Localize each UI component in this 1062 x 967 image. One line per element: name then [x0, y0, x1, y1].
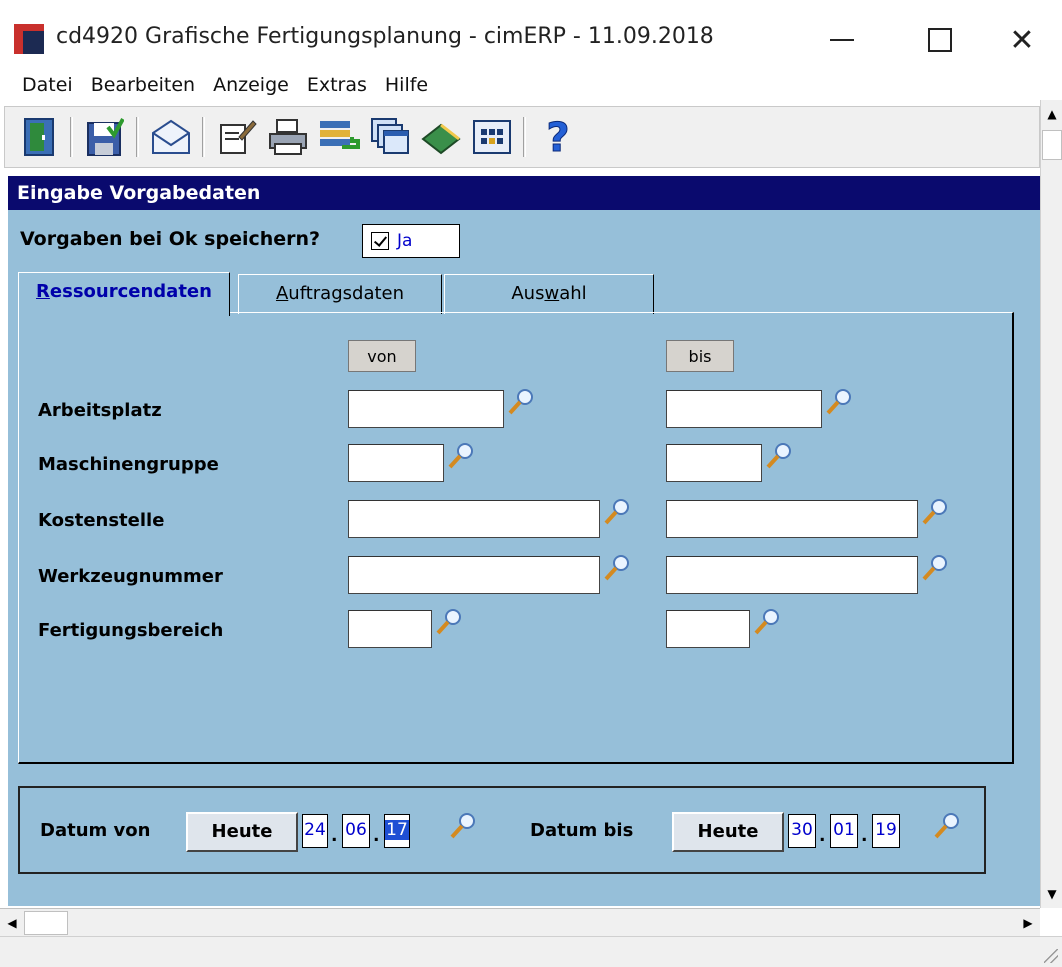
date-separator: .	[331, 826, 338, 846]
date-from-month-input[interactable]: 06	[342, 814, 370, 848]
title-bar: cd4920 Grafische Fertigungsplanung - cim…	[0, 0, 1062, 72]
column-header-bis: bis	[666, 340, 734, 372]
toolbar: ?	[4, 106, 1040, 168]
toolbar-separator	[136, 117, 139, 157]
svg-text:?: ?	[546, 115, 569, 159]
tab-label: ahl	[559, 283, 587, 304]
date-separator: .	[819, 826, 826, 846]
kostenstelle-from-input[interactable]	[348, 500, 600, 538]
date-from-label: Datum von	[40, 820, 151, 841]
save-checkbox-field[interactable]: Ja	[362, 224, 460, 258]
tab-label: A	[275, 283, 289, 304]
scroll-right-icon[interactable]: ▶	[1016, 909, 1040, 937]
date-from-day-input[interactable]: 24	[302, 814, 328, 848]
toolbar-separator	[70, 117, 73, 157]
label-werkzeugnummer: Werkzeugnummer	[38, 566, 223, 587]
windows-icon[interactable]	[366, 114, 414, 160]
search-icon[interactable]	[506, 386, 536, 416]
tab-label: Aus	[511, 283, 545, 304]
menu-datei[interactable]: Datei	[14, 72, 83, 104]
column-header-von: von	[348, 340, 416, 372]
save-value: Ja	[397, 231, 413, 251]
save-prompt-label: Vorgaben bei Ok speichern?	[20, 228, 321, 250]
tab-label: uftragsdaten	[288, 283, 405, 304]
scroll-up-icon[interactable]: ▲	[1041, 100, 1062, 128]
table-grid-icon[interactable]	[468, 114, 516, 160]
export-icon[interactable]	[315, 114, 363, 160]
search-icon[interactable]	[920, 496, 950, 526]
horizontal-scrollbar[interactable]: ◀ ▶	[0, 908, 1040, 936]
tab-auswahl[interactable]: Auswahl	[444, 274, 654, 314]
maschinengruppe-from-input[interactable]	[348, 444, 444, 482]
search-icon[interactable]	[446, 440, 476, 470]
close-button[interactable]: ✕	[1000, 18, 1044, 62]
search-icon[interactable]	[932, 810, 962, 840]
search-icon[interactable]	[448, 810, 478, 840]
tab-label: R	[36, 281, 50, 302]
today-from-button[interactable]: Heute	[186, 812, 298, 852]
mail-icon[interactable]	[147, 114, 195, 160]
save-icon[interactable]	[81, 114, 129, 160]
save-checkbox[interactable]	[371, 232, 389, 250]
fertigungsbereich-to-input[interactable]	[666, 610, 750, 648]
menu-anzeige[interactable]: Anzeige	[205, 72, 299, 104]
label-fertigungsbereich: Fertigungsbereich	[38, 620, 224, 641]
minimize-button[interactable]	[820, 18, 864, 62]
window-title: cd4920 Grafische Fertigungsplanung - cim…	[56, 24, 714, 49]
arbeitsplatz-to-input[interactable]	[666, 390, 822, 428]
search-icon[interactable]	[434, 606, 464, 636]
tab-label: essourcendaten	[49, 281, 212, 302]
date-from-year-selected: 17	[385, 820, 409, 840]
search-icon[interactable]	[920, 552, 950, 582]
section-title: Eingabe Vorgabedaten	[8, 176, 1040, 210]
search-icon[interactable]	[764, 440, 794, 470]
edit-notes-icon[interactable]	[213, 114, 261, 160]
toolbar-separator	[523, 117, 526, 157]
date-separator: .	[373, 826, 380, 846]
scroll-down-icon[interactable]: ▼	[1041, 880, 1062, 908]
search-icon[interactable]	[602, 552, 632, 582]
help-icon[interactable]: ?	[534, 114, 582, 160]
vertical-scrollbar[interactable]: ▲ ▼	[1040, 100, 1062, 908]
menu-bearbeiten[interactable]: Bearbeiten	[83, 72, 205, 104]
label-kostenstelle: Kostenstelle	[38, 510, 165, 531]
tab-panel	[18, 312, 1014, 764]
scroll-thumb[interactable]	[1042, 130, 1062, 160]
date-to-year-input[interactable]: 19	[872, 814, 900, 848]
tab-ressourcendaten[interactable]: Ressourcendaten	[18, 272, 230, 316]
arbeitsplatz-from-input[interactable]	[348, 390, 504, 428]
maximize-button[interactable]	[918, 18, 962, 62]
tab-label: w	[544, 283, 560, 304]
app-logo-icon	[14, 24, 44, 54]
werkzeugnummer-to-input[interactable]	[666, 556, 918, 594]
date-from-year-input[interactable]: 17	[384, 814, 410, 848]
today-to-button[interactable]: Heute	[672, 812, 784, 852]
scroll-left-icon[interactable]: ◀	[0, 909, 24, 937]
tab-auftragsdaten[interactable]: Auftragsdaten	[238, 274, 442, 314]
resize-grip-icon[interactable]	[1044, 949, 1058, 963]
date-to-label: Datum bis	[530, 820, 634, 841]
print-icon[interactable]	[264, 114, 312, 160]
date-separator: .	[861, 826, 868, 846]
fertigungsbereich-from-input[interactable]	[348, 610, 432, 648]
scroll-thumb[interactable]	[24, 911, 68, 935]
search-icon[interactable]	[602, 496, 632, 526]
menu-bar: Datei Bearbeiten Anzeige Extras Hilfe	[0, 72, 1062, 104]
toolbar-separator	[202, 117, 205, 157]
search-icon[interactable]	[824, 386, 854, 416]
main-panel: Eingabe Vorgabedaten Vorgaben bei Ok spe…	[8, 176, 1040, 906]
search-icon[interactable]	[752, 606, 782, 636]
menu-extras[interactable]: Extras	[299, 72, 377, 104]
menu-hilfe[interactable]: Hilfe	[377, 72, 438, 104]
kostenstelle-to-input[interactable]	[666, 500, 918, 538]
label-maschinengruppe: Maschinengruppe	[38, 454, 219, 475]
exit-door-icon[interactable]	[15, 114, 63, 160]
date-to-day-input[interactable]: 30	[788, 814, 816, 848]
date-to-month-input[interactable]: 01	[830, 814, 858, 848]
maschinengruppe-to-input[interactable]	[666, 444, 762, 482]
werkzeugnummer-from-input[interactable]	[348, 556, 600, 594]
label-arbeitsplatz: Arbeitsplatz	[38, 400, 162, 421]
status-bar	[0, 936, 1062, 967]
book-icon[interactable]	[417, 114, 465, 160]
